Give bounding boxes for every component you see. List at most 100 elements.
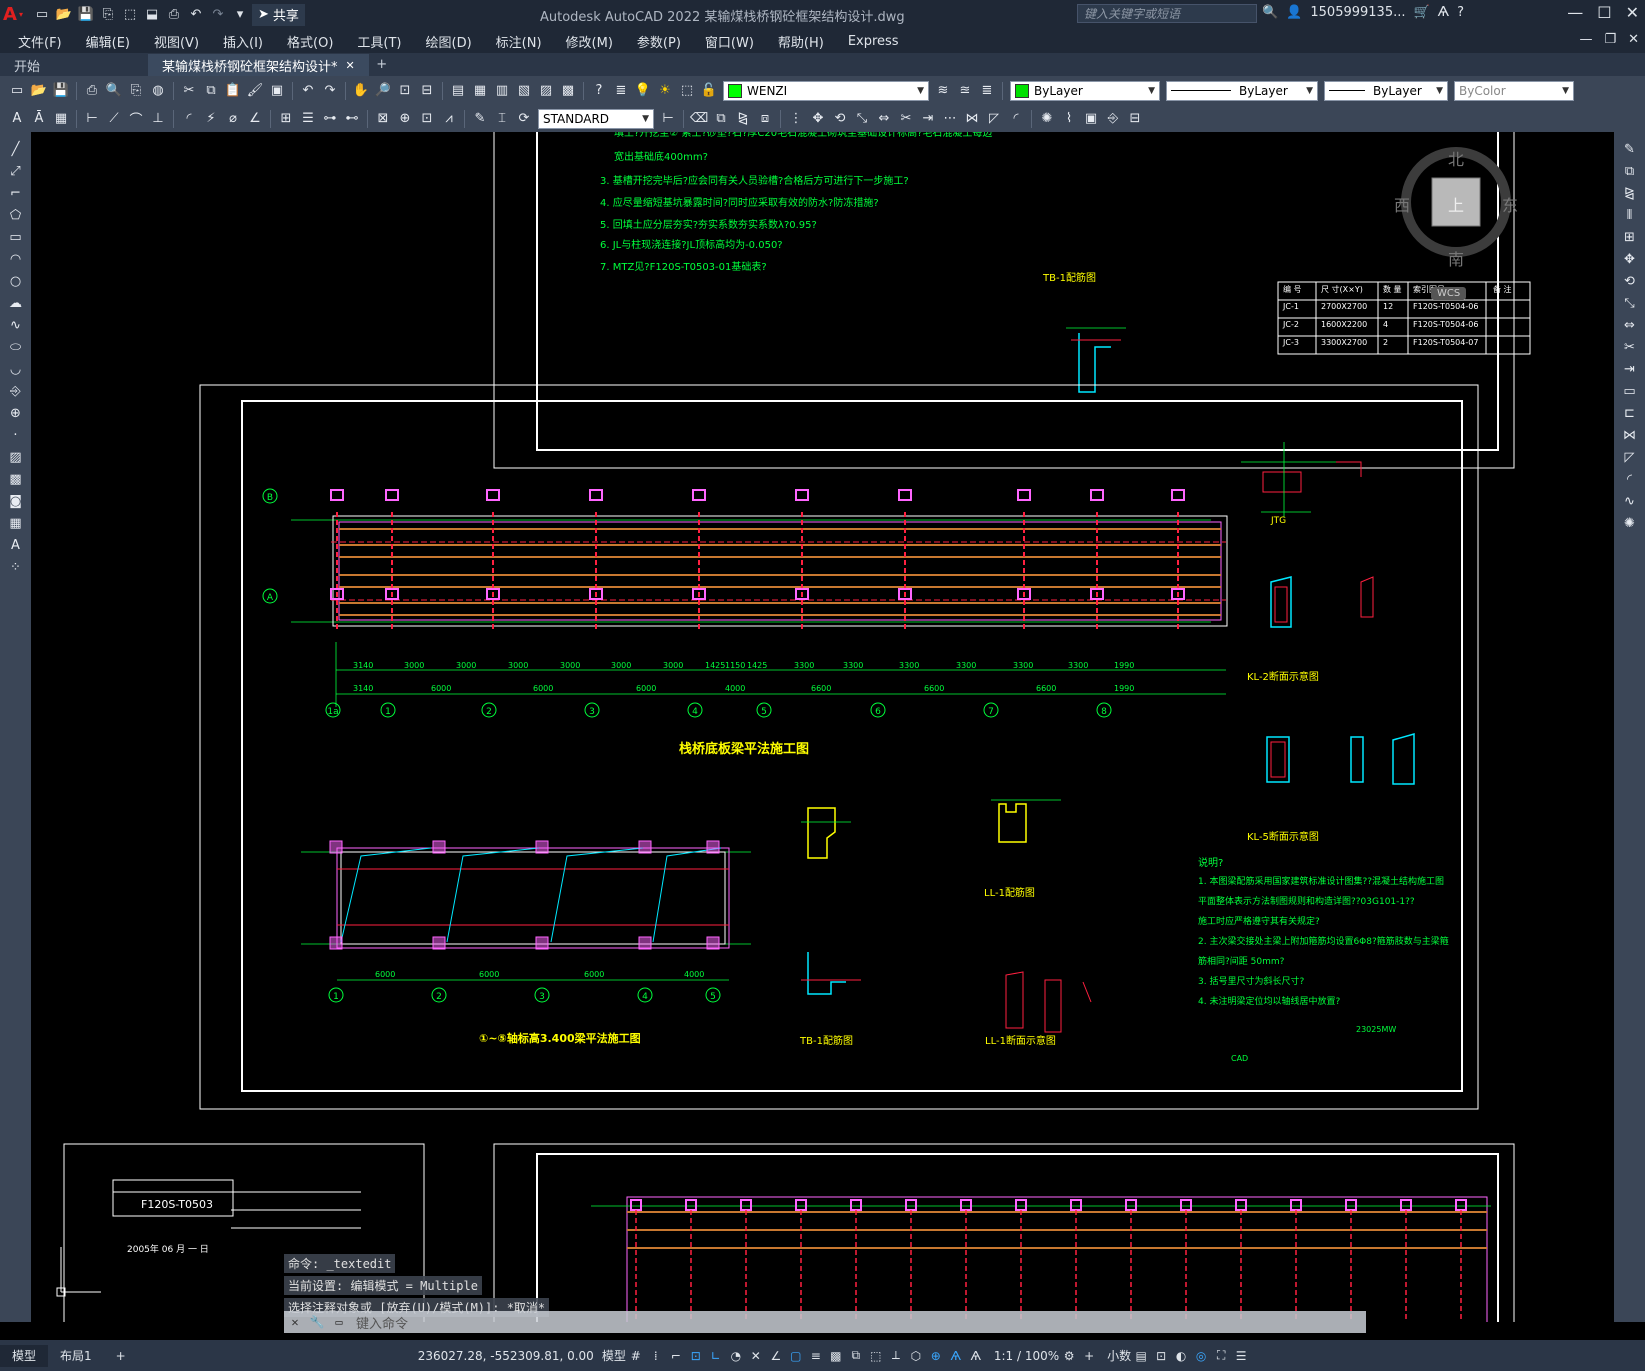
- fillet-icon[interactable]: ◜: [1007, 110, 1025, 128]
- explode-icon[interactable]: ✺: [1620, 513, 1640, 533]
- save-as-icon[interactable]: ⎘: [98, 5, 118, 25]
- layer-dropdown[interactable]: WENZI ▼: [723, 80, 929, 101]
- model-space-button[interactable]: 模型: [602, 1347, 626, 1364]
- mtext-icon[interactable]: A: [6, 535, 26, 555]
- stretch-icon[interactable]: ⇔: [1620, 315, 1640, 335]
- mirror-icon[interactable]: ⧎: [734, 110, 752, 128]
- ordinate-dim-icon[interactable]: ⊥: [149, 110, 167, 128]
- save-icon[interactable]: 💾: [52, 82, 70, 100]
- ortho-icon[interactable]: ∟: [707, 1347, 725, 1365]
- pedit-icon[interactable]: ⌇: [1060, 110, 1078, 128]
- center-mark-icon[interactable]: ⊕: [396, 110, 414, 128]
- clean-screen-icon[interactable]: ⛶: [1212, 1347, 1230, 1365]
- menu-express[interactable]: Express: [848, 34, 899, 49]
- wrench-icon[interactable]: 🔧: [306, 1315, 328, 1329]
- plot-icon[interactable]: ⎙: [83, 82, 101, 100]
- redo-icon[interactable]: ↷: [321, 82, 339, 100]
- wcs-button[interactable]: WCS: [1431, 287, 1467, 300]
- viewcube-east[interactable]: 东: [1502, 192, 1518, 216]
- insert-block-icon[interactable]: ⎆: [1104, 110, 1122, 128]
- chamfer-icon[interactable]: ◸: [985, 110, 1003, 128]
- scale-icon[interactable]: ⤡: [853, 110, 871, 128]
- markup-icon[interactable]: ▨: [537, 82, 555, 100]
- units-dropdown[interactable]: 小数: [1107, 1347, 1131, 1364]
- new-tab-button[interactable]: +: [369, 54, 395, 76]
- viewcube-south[interactable]: 南: [1448, 246, 1464, 270]
- tab-start[interactable]: 开始: [0, 54, 148, 76]
- polygon-icon[interactable]: ⬠: [6, 205, 26, 225]
- command-prompt-icon[interactable]: ▭: [328, 1315, 350, 1329]
- cut-icon[interactable]: ✂: [180, 82, 198, 100]
- trim-icon[interactable]: ✂: [1620, 337, 1640, 357]
- command-input[interactable]: 键入命令: [356, 1313, 408, 1332]
- close-icon[interactable]: ✕: [1626, 3, 1639, 22]
- sheet-set-icon[interactable]: ▧: [515, 82, 533, 100]
- tab-close-icon[interactable]: ✕: [346, 59, 355, 72]
- undo-icon[interactable]: ↶: [186, 5, 206, 25]
- block-icon[interactable]: ▣: [1082, 110, 1100, 128]
- polar-tracking-icon[interactable]: ◔: [727, 1347, 745, 1365]
- open-icon[interactable]: 📂: [54, 5, 74, 25]
- make-block-icon[interactable]: ⊕: [6, 403, 26, 423]
- point-icon[interactable]: ·: [6, 425, 26, 445]
- scale-icon[interactable]: ⤡: [1620, 293, 1640, 313]
- rotate-icon[interactable]: ⟲: [831, 110, 849, 128]
- menu-edit[interactable]: 编辑(E): [86, 32, 130, 51]
- line-icon[interactable]: ╱: [6, 139, 26, 159]
- erase-icon[interactable]: ⌫: [690, 110, 708, 128]
- gizmo-icon[interactable]: ⊕: [927, 1347, 945, 1365]
- maximize-icon[interactable]: ☐: [1597, 3, 1611, 22]
- copy-icon[interactable]: ⧉: [1620, 161, 1640, 181]
- isodraft-icon[interactable]: ✕: [747, 1347, 765, 1365]
- hatch-icon[interactable]: ▨: [6, 447, 26, 467]
- menu-draw[interactable]: 绘图(D): [426, 32, 472, 51]
- blend-icon[interactable]: ∿: [1620, 491, 1640, 511]
- viewcube[interactable]: 北 南 东 西 上 WCS: [1394, 142, 1518, 300]
- polyline-icon[interactable]: ⌐: [6, 183, 26, 203]
- open-web-icon[interactable]: ⬚: [120, 5, 140, 25]
- help-search-input[interactable]: 键入关键字或短语: [1077, 4, 1257, 23]
- extend-icon[interactable]: ⇥: [919, 110, 937, 128]
- grid-icon[interactable]: #: [627, 1347, 645, 1365]
- tool-palettes-icon[interactable]: ▥: [493, 82, 511, 100]
- pan-icon[interactable]: ✋: [352, 82, 370, 100]
- dynamic-ucs-icon[interactable]: ⟂: [887, 1347, 905, 1365]
- minimize-icon[interactable]: —: [1567, 3, 1583, 22]
- dynamic-input-icon[interactable]: ⊡: [687, 1347, 705, 1365]
- region-icon[interactable]: ◙: [6, 491, 26, 511]
- menu-file[interactable]: 文件(F): [18, 32, 62, 51]
- menu-tools[interactable]: 工具(T): [357, 32, 401, 51]
- erase-icon[interactable]: ✎: [1620, 139, 1640, 159]
- transparency-icon[interactable]: ▩: [827, 1347, 845, 1365]
- customization-icon[interactable]: ☰: [1232, 1347, 1250, 1365]
- mirror-icon[interactable]: ⧎: [1620, 183, 1640, 203]
- app-menu-button[interactable]: A ▾: [0, 0, 26, 29]
- autodesk-app-icon[interactable]: Ѧ: [1438, 5, 1449, 20]
- jogged-linear-icon[interactable]: ⩘: [440, 110, 458, 128]
- menu-insert[interactable]: 插入(I): [223, 32, 263, 51]
- sun-icon[interactable]: ☀: [656, 82, 674, 100]
- stretch-icon[interactable]: ⇔: [875, 110, 893, 128]
- object-snap-icon[interactable]: ▢: [787, 1347, 805, 1365]
- move-icon[interactable]: ✥: [809, 110, 827, 128]
- cart-icon[interactable]: 🛒: [1413, 5, 1429, 20]
- break-icon[interactable]: ⊏: [1620, 403, 1640, 423]
- close-icon[interactable]: ✕: [284, 1315, 306, 1329]
- ellipse-icon[interactable]: ⬭: [6, 337, 26, 357]
- add-layout-button[interactable]: +: [104, 1345, 138, 1367]
- construction-line-icon[interactable]: ⤢: [6, 161, 26, 181]
- trim-icon[interactable]: ✂: [897, 110, 915, 128]
- table-icon[interactable]: ▦: [52, 110, 70, 128]
- username[interactable]: 1505999135...: [1310, 5, 1405, 20]
- dim-space-icon[interactable]: ⊷: [343, 110, 361, 128]
- layer-lock-icon[interactable]: 🔓: [700, 82, 718, 100]
- isolate-objects-icon[interactable]: ◐: [1172, 1347, 1190, 1365]
- paste-icon[interactable]: 📋: [224, 82, 242, 100]
- menu-help[interactable]: 帮助(H): [778, 32, 824, 51]
- command-input-bar[interactable]: ✕ 🔧 ▭ 键入命令: [284, 1311, 1366, 1333]
- selection-filter-icon[interactable]: ⬡: [907, 1347, 925, 1365]
- light-bulb-icon[interactable]: 💡: [634, 82, 652, 100]
- search-icon[interactable]: 🔍: [1262, 5, 1278, 20]
- save-icon[interactable]: 💾: [76, 5, 96, 25]
- move-icon[interactable]: ✥: [1620, 249, 1640, 269]
